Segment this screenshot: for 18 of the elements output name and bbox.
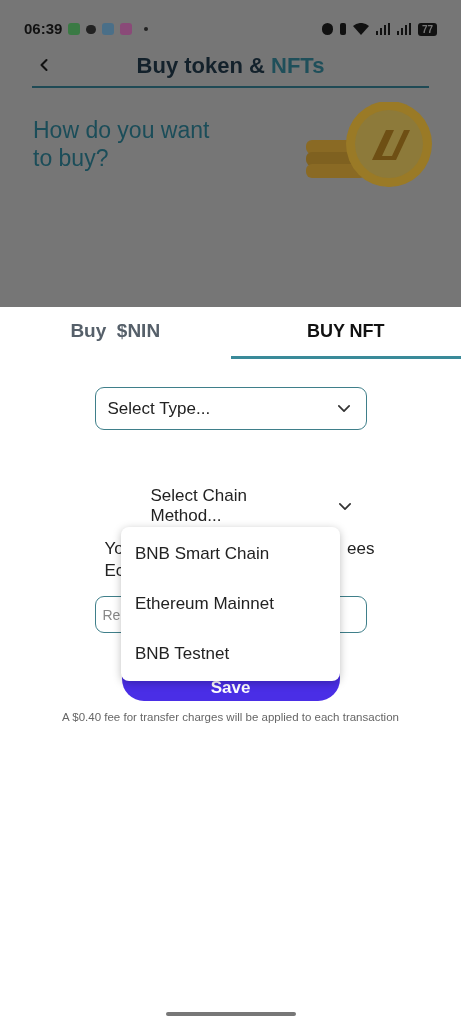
battery-indicator: 77 bbox=[417, 22, 437, 36]
status-time: 06:39 bbox=[24, 18, 63, 39]
signal-icon bbox=[396, 23, 411, 35]
fee-note: A $0.40 fee for transfer charges will be applied to each transaction bbox=[62, 710, 399, 725]
chain-select[interactable]: Select Chain Method... bbox=[150, 486, 351, 526]
chevron-down-icon bbox=[337, 405, 350, 412]
menu-item[interactable]: BNB Testnet bbox=[121, 629, 340, 679]
type-select[interactable]: Select Type... bbox=[94, 387, 367, 430]
tab[interactable]: BUY NFT bbox=[230, 307, 461, 359]
signal-icon bbox=[375, 23, 390, 35]
info-text: ees bbox=[347, 538, 375, 560]
menu-item[interactable]: BNB Smart Chain bbox=[121, 529, 340, 579]
tab[interactable]: Buy $NIN bbox=[0, 307, 231, 359]
menu-item[interactable]: Ethereum Mainnet bbox=[121, 579, 340, 629]
chevron-down-icon bbox=[338, 502, 351, 510]
wifi-icon bbox=[352, 23, 369, 35]
hero-heading: How do you want to buy? bbox=[33, 116, 211, 173]
page-title: Buy token & NFTs bbox=[135, 51, 326, 80]
